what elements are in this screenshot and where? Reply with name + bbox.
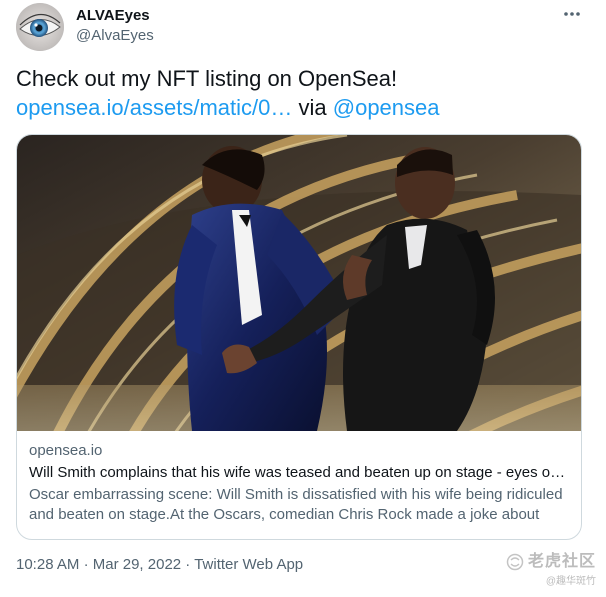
tweet-source: Twitter Web App xyxy=(194,556,304,573)
meta-separator: · xyxy=(83,556,89,573)
tweet-text: Check out my NFT listing on OpenSea! ope… xyxy=(16,64,586,122)
card-description: Oscar embarrassing scene: Will Smith is … xyxy=(29,486,563,523)
opensea-mention[interactable]: @opensea xyxy=(333,95,440,120)
ellipsis-icon[interactable] xyxy=(562,4,582,24)
card-body: opensea.io Will Smith complains that his… xyxy=(29,441,569,525)
watermark: 老虎社区 @趣华斑竹 xyxy=(506,553,596,589)
card-title: Will Smith complains that his wife was t… xyxy=(29,464,569,481)
card-domain: opensea.io xyxy=(29,442,103,459)
card-image[interactable] xyxy=(17,135,581,431)
author-names: ALVAEyes @AlvaEyes xyxy=(76,7,154,46)
tweet-text-line1: Check out my NFT listing on OpenSea! xyxy=(16,66,398,91)
tiger-logo-icon xyxy=(506,553,524,571)
tweet-date[interactable]: Mar 29, 2022 xyxy=(93,556,181,573)
avatar[interactable] xyxy=(16,3,64,51)
tweet-text-line2: opensea.io/assets/matic/0… via @opensea xyxy=(16,93,586,122)
watermark-line2: @趣华斑竹 xyxy=(545,576,596,588)
nft-link[interactable]: opensea.io/assets/matic/0… xyxy=(16,95,292,120)
eye-avatar-image xyxy=(16,3,64,51)
watermark-line1: 老虎社区 xyxy=(506,553,596,571)
tweet-time[interactable]: 10:28 AM xyxy=(16,556,79,573)
via-text: via xyxy=(298,95,327,120)
link-preview-card[interactable]: opensea.io Will Smith complains that his… xyxy=(16,134,582,540)
display-name[interactable]: ALVAEyes xyxy=(76,7,154,25)
tweet-meta: 10:28 AM · Mar 29, 2022 · Twitter Web Ap… xyxy=(16,555,303,575)
meta-separator: · xyxy=(185,556,191,573)
user-handle[interactable]: @AlvaEyes xyxy=(76,26,154,46)
tweet-header: ALVAEyes @AlvaEyes xyxy=(16,0,590,56)
